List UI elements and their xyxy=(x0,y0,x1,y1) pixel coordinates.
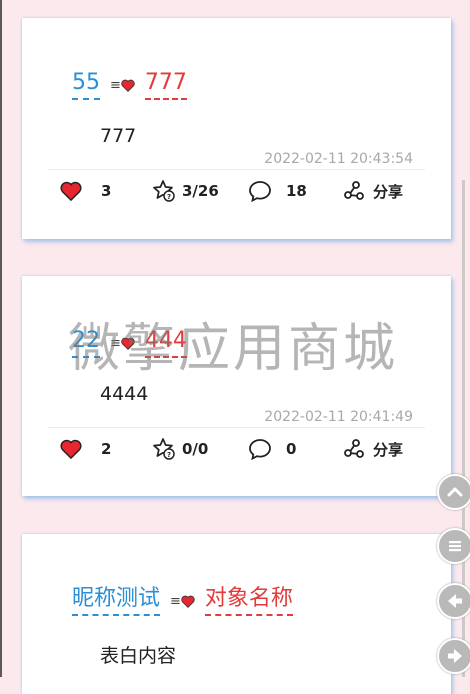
target-name[interactable]: 777 xyxy=(144,70,187,100)
wish-count: 3/26 xyxy=(182,182,219,200)
left-edge-bar xyxy=(0,0,2,677)
target-name[interactable]: 对象名称 xyxy=(204,586,293,616)
like-button[interactable]: 2 xyxy=(60,439,152,459)
svg-text:?: ? xyxy=(167,193,171,201)
wish-button[interactable]: ? 3/26 xyxy=(152,179,248,203)
nickname[interactable]: 昵称测试 xyxy=(72,586,161,616)
post-names-row: 昵称测试 ≡ 对象名称 xyxy=(72,586,293,616)
comment-icon xyxy=(249,181,271,202)
share-icon xyxy=(344,181,364,200)
divider xyxy=(48,169,425,170)
like-count: 2 xyxy=(101,440,112,458)
star-question-icon: ? xyxy=(153,438,175,460)
wish-button[interactable]: ? 0/0 xyxy=(152,437,248,461)
share-button[interactable]: 分享 xyxy=(343,180,403,202)
comment-icon xyxy=(249,439,271,460)
heart-icon xyxy=(60,439,82,459)
share-label: 分享 xyxy=(373,440,404,459)
share-label: 分享 xyxy=(373,182,404,201)
nickname[interactable]: 55 xyxy=(72,70,100,100)
svg-text:?: ? xyxy=(167,451,171,459)
back-arrow-icon xyxy=(448,594,462,608)
up-arrow-icon xyxy=(447,487,463,497)
watermark: 微擎应用商城 xyxy=(68,319,399,379)
forward-arrow-icon xyxy=(448,649,462,663)
like-button[interactable]: 3 xyxy=(60,181,152,201)
share-icon xyxy=(344,439,364,458)
comment-button[interactable]: 0 xyxy=(248,438,343,460)
divider xyxy=(48,427,425,428)
post-actions: 3 ? 3/26 18 分享 xyxy=(60,179,420,203)
post-card[interactable]: 昵称测试 ≡ 对象名称 表白内容 xyxy=(22,534,451,694)
post-timestamp: 2022-02-11 20:41:49 xyxy=(264,409,413,425)
comment-button[interactable]: 18 xyxy=(248,180,343,202)
back-button[interactable] xyxy=(437,583,470,619)
comment-count: 0 xyxy=(286,440,297,458)
post-timestamp: 2022-02-11 20:43:54 xyxy=(264,151,413,167)
share-button[interactable]: 分享 xyxy=(343,438,403,460)
post-content: 表白内容 xyxy=(100,645,177,667)
lines-icon: ≡ xyxy=(170,593,181,609)
menu-icon xyxy=(449,541,461,552)
wish-count: 0/0 xyxy=(182,440,209,458)
loves-connector: ≡ xyxy=(170,594,195,609)
loves-connector: ≡ xyxy=(110,78,135,93)
scroll-top-button[interactable] xyxy=(437,474,470,510)
forward-button[interactable] xyxy=(437,638,470,674)
like-count: 3 xyxy=(101,182,112,200)
post-content: 4444 xyxy=(100,383,149,405)
post-content: 777 xyxy=(100,125,137,147)
post-actions: 2 ? 0/0 0 分享 xyxy=(60,437,420,461)
comment-count: 18 xyxy=(286,182,307,200)
heart-icon xyxy=(181,595,195,608)
lines-icon: ≡ xyxy=(110,77,121,93)
post-card[interactable]: 55 ≡ 777 777 2022-02-11 20:43:54 3 ? 3/2… xyxy=(22,18,451,239)
heart-icon xyxy=(60,181,82,201)
heart-icon xyxy=(121,79,135,92)
menu-button[interactable] xyxy=(437,528,470,564)
star-question-icon: ? xyxy=(153,180,175,202)
post-names-row: 55 ≡ 777 xyxy=(72,70,187,100)
